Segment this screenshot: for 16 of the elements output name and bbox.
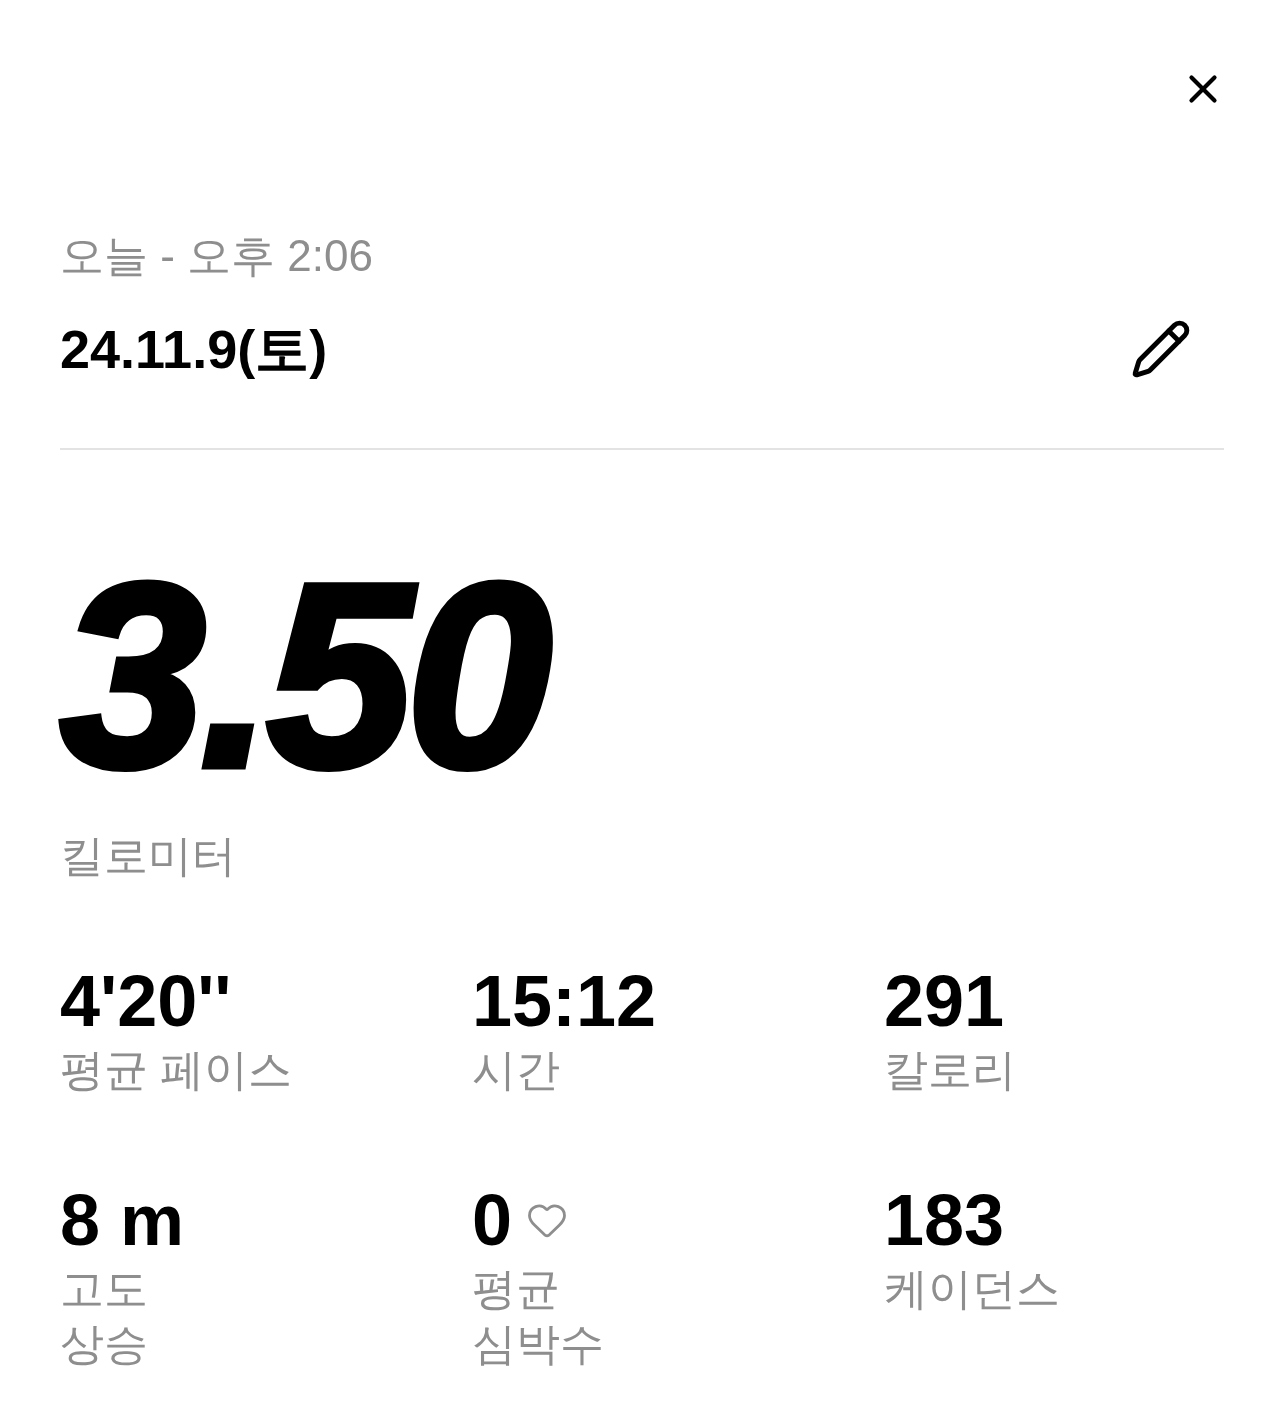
stat-label: 칼로리 [884,1044,1016,1096]
stat-label: 시간 [472,1044,560,1096]
stat-label: 평균 페이스 [60,1044,293,1096]
distance-unit: 킬로미터 [60,830,236,882]
stat-value: 4'20'' [60,962,232,1040]
stat-value: 291 [884,962,1005,1040]
stat-value: 15:12 [472,962,657,1040]
stat-label: 케이던스 [884,1263,1060,1315]
stat-label: 평균 심박수 [472,1263,604,1370]
date-subtitle: 오늘 - 오후 2:06 [60,230,373,282]
stat-value: 0 [472,1181,513,1259]
edit-icon [1130,318,1192,380]
activity-date: 24.11.9(토) [60,318,328,381]
stat-value: 183 [884,1181,1005,1259]
stat-label: 고도 상승 [60,1263,148,1370]
stat-value: 8 m [60,1181,185,1259]
